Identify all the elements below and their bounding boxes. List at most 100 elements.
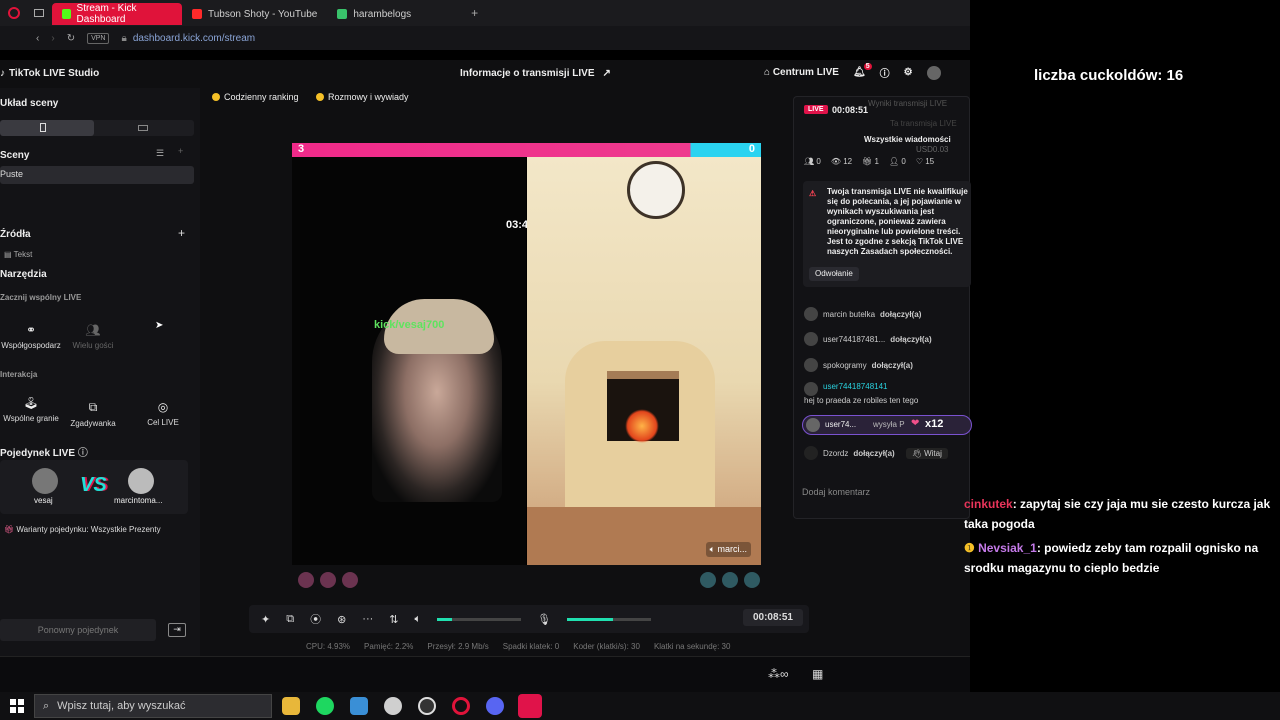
- tiktok-icon[interactable]: [518, 694, 542, 718]
- all-messages-tab[interactable]: Wszystkie wiadomości: [864, 135, 951, 144]
- live-goal-button[interactable]: ◎ Cel LIVE: [132, 400, 194, 427]
- vpn-badge[interactable]: VPN: [87, 32, 110, 44]
- gear-icon[interactable]: ⚙: [904, 67, 913, 78]
- app-icon[interactable]: [418, 697, 436, 715]
- magic-icon[interactable]: ✦: [261, 613, 270, 626]
- talks-chip[interactable]: Rozmowy i wywiady: [316, 92, 409, 102]
- daily-ranking-chip[interactable]: Codzienny ranking: [212, 92, 299, 102]
- opera-icon[interactable]: [452, 697, 470, 715]
- this-live-tab[interactable]: Ta transmisja LIVE: [890, 119, 957, 128]
- multi-guest-button[interactable]: 👥︎ Wielu gości: [62, 323, 124, 350]
- volume-fill: [437, 617, 453, 621]
- gifter-avatar[interactable]: [320, 572, 336, 588]
- tab-kick-dashboard[interactable]: Stream - Kick Dashboard: [52, 3, 182, 25]
- windows-start-icon[interactable]: [10, 699, 24, 713]
- counter-shares: 👤︎ 0: [888, 157, 906, 166]
- shared-games-button[interactable]: 🕹︎ Wspólne granie: [0, 396, 62, 426]
- gifter-avatar[interactable]: [722, 572, 738, 588]
- duel-card[interactable]: vesaj VS marcintoma...: [0, 460, 188, 514]
- layout-icon[interactable]: ⧉: [286, 613, 294, 626]
- back-icon[interactable]: ‹: [36, 33, 39, 44]
- welcome-button[interactable]: 👋︎ Witaj: [905, 447, 948, 459]
- exit-duel-icon[interactable]: ⇥: [168, 623, 186, 637]
- mic-slider[interactable]: [567, 617, 652, 621]
- store-icon[interactable]: ▦: [812, 667, 823, 681]
- spotify-icon[interactable]: [316, 697, 334, 715]
- help-icon[interactable]: ⓘ: [880, 65, 890, 80]
- discord-icon[interactable]: [486, 697, 504, 715]
- chat-message[interactable]: Dzordz dołączył(a) 👋︎ Witaj: [804, 446, 948, 460]
- info-icon[interactable]: ⓘ: [78, 448, 88, 459]
- chat-message[interactable]: user74418748141 hej to praeda ze robiles …: [804, 382, 918, 405]
- app-icon[interactable]: ⁂∞: [768, 667, 789, 681]
- tab-harambelogs[interactable]: harambelogs: [327, 3, 421, 25]
- appeal-button[interactable]: Odwołanie: [809, 267, 859, 281]
- joystick-icon: 🕹︎: [23, 396, 39, 410]
- avatar[interactable]: [926, 65, 941, 80]
- replay-icon[interactable]: ⊛: [337, 613, 346, 626]
- duel-player-2: marcintoma...: [114, 496, 163, 505]
- gifter-avatar[interactable]: [298, 572, 314, 588]
- tab-youtube[interactable]: Tubson Shoty - YouTube: [182, 3, 327, 25]
- app-icon[interactable]: [350, 697, 368, 715]
- chat-message[interactable]: spokogramy dołączył(a): [804, 358, 913, 372]
- duel-variants-label: Warianty pojedynku: Wszystkie Prezenty: [16, 525, 161, 534]
- streamer-camera: kick/vesaj700: [292, 157, 526, 565]
- tab-workspaces-icon[interactable]: [34, 9, 44, 17]
- opera-icon[interactable]: [8, 7, 20, 19]
- start-co-live-title: Zacznij wspólny LIVE: [0, 293, 82, 302]
- score-left: 3: [298, 143, 305, 155]
- studio-bottom-bar: ⁂∞ ▦: [0, 656, 970, 692]
- avatar: [804, 446, 818, 460]
- reload-icon[interactable]: ↻: [67, 33, 75, 44]
- counter-viewers-value: 12: [843, 157, 853, 166]
- more-icon[interactable]: ···: [362, 613, 373, 625]
- chat-text: dołączył(a): [853, 448, 895, 458]
- guess-button[interactable]: ⧉ Zgadywanka: [62, 400, 124, 428]
- url-field[interactable]: dashboard.kick.com/stream: [133, 33, 255, 44]
- taskbar-search[interactable]: ⌕ Wpisz tutaj, aby wyszukać: [34, 694, 272, 718]
- stream-preview[interactable]: 3 0 kick/vesaj700 03:40 🔈︎ marci...: [292, 143, 761, 565]
- results-link[interactable]: Wyniki transmisji LIVE: [868, 99, 947, 108]
- gift-icon: ❤: [911, 418, 920, 429]
- duel-variants[interactable]: 🎁︎ Warianty pojedynku: Wszystkie Prezent…: [4, 525, 161, 534]
- stat-bitrate: Przesył: 2.9 Mb/s: [427, 642, 489, 651]
- landscape-layout-button[interactable]: [138, 125, 148, 131]
- gifter-avatar[interactable]: [700, 572, 716, 588]
- list-icon[interactable]: ☰: [156, 148, 164, 159]
- add-scene-icon[interactable]: +: [178, 146, 183, 156]
- live-info-button[interactable]: Informacje o transmisji LIVE ↗: [460, 68, 611, 79]
- forward-icon[interactable]: ›: [51, 33, 54, 44]
- live-center-label: Centrum LIVE: [772, 67, 839, 78]
- volume-icon[interactable]: 🔈︎: [415, 613, 422, 626]
- stream-duration: 00:08:51: [742, 609, 803, 626]
- bell-icon[interactable]: 🔔︎ 5: [853, 63, 872, 78]
- app-icon[interactable]: [384, 697, 402, 715]
- comment-input[interactable]: Dodaj komentarz: [802, 487, 952, 497]
- scene-item[interactable]: Puste: [0, 166, 194, 184]
- gift-notification[interactable]: user74... wysyła P ❤ x12: [802, 415, 972, 435]
- avatar: [128, 468, 154, 494]
- mic-icon[interactable]: 🎙︎: [537, 613, 551, 626]
- opponent-name[interactable]: 🔈︎ marci...: [705, 542, 751, 557]
- adjust-icon[interactable]: ⇅: [389, 613, 398, 626]
- question-card-icon: ⧉: [88, 400, 98, 414]
- live-center-button[interactable]: ⌂ Centrum LIVE: [764, 67, 839, 78]
- cohost-button[interactable]: ⚭ Współgospodarz: [0, 323, 62, 350]
- text-source-icon: ▤: [4, 250, 14, 259]
- record-icon[interactable]: ⦿: [310, 611, 321, 627]
- portrait-layout-button[interactable]: [0, 120, 94, 136]
- new-tab-button[interactable]: +: [471, 6, 478, 20]
- file-explorer-icon[interactable]: [282, 697, 300, 715]
- youtube-icon: [192, 9, 202, 19]
- stat-dropped: Spadki klatek: 0: [502, 642, 560, 651]
- chat-message[interactable]: marcin butelka dołączył(a): [804, 307, 921, 321]
- gifter-avatar[interactable]: [744, 572, 760, 588]
- source-item[interactable]: ▤ Tekst: [4, 250, 32, 259]
- rematch-button[interactable]: Ponowny pojedynek: [0, 619, 156, 641]
- add-source-icon[interactable]: +: [178, 226, 185, 240]
- chat-message[interactable]: user744187481... dołączył(a): [804, 332, 932, 346]
- gifter-avatar[interactable]: [342, 572, 358, 588]
- stat-encoder: Koder (klatki/s): 30: [573, 642, 640, 651]
- volume-slider[interactable]: [437, 617, 522, 621]
